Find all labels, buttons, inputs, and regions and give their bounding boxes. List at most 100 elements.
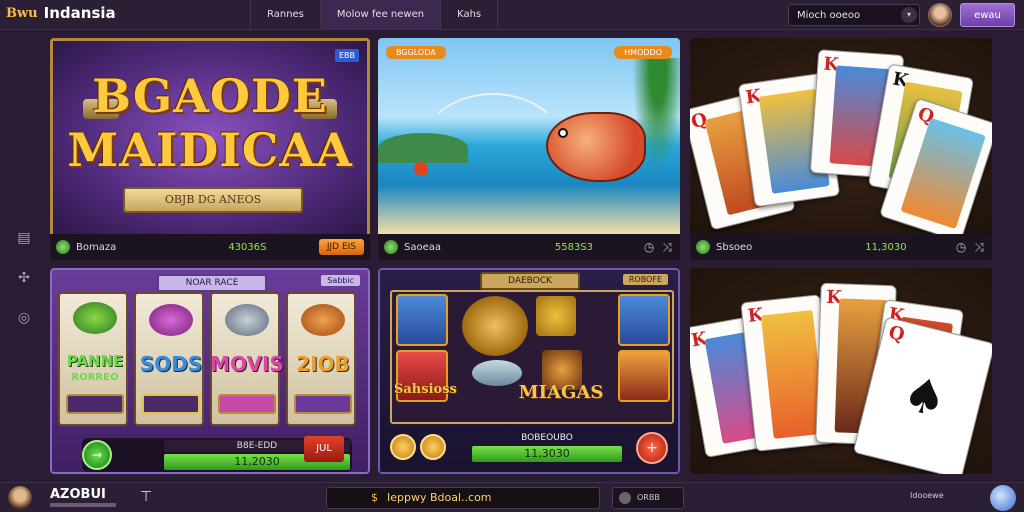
footer-value: 5583S3 — [554, 241, 594, 253]
footer-label: Bomaza — [76, 241, 117, 253]
game-art: Q K K K Q — [690, 38, 992, 243]
reel-word: PANNE — [66, 352, 124, 370]
game-card-magic[interactable]: EBB BGAODE MAIDICAA OBJB DG ANEOS Bomaza… — [50, 38, 370, 260]
footer-label: Sbsoeo — [716, 241, 753, 253]
game-title: DAEBOCK — [480, 272, 580, 290]
logo-mark: Bwu — [6, 5, 38, 21]
game-tag: Sabbic — [321, 275, 360, 286]
reel-word: 2IOB — [296, 352, 350, 376]
game-art: DAEBOCK ROBOFE Sahsioss MIAGAS BOBEOUBO … — [378, 268, 680, 474]
game-card-poker[interactable]: K K K K Q ♠ — [690, 268, 992, 474]
timer-icon[interactable]: ◷ — [644, 240, 654, 254]
avatar[interactable] — [928, 3, 952, 27]
tab-rannes[interactable]: Rannes — [250, 0, 320, 30]
chat-button[interactable]: ORBB — [612, 487, 684, 509]
reel-subword: RORREO — [71, 372, 119, 383]
fish-icon — [73, 302, 117, 334]
symbol-fish — [618, 350, 670, 402]
game-word: MIAGAS — [518, 382, 604, 403]
reel-slot — [66, 394, 124, 414]
game-tag-right: HMODDO — [614, 46, 672, 59]
footer-value: 11,3030 — [472, 446, 622, 462]
game-subtitle: OBJB DG ANEOS — [123, 187, 303, 213]
reel: MOVIS — [210, 292, 284, 426]
chevron-down-icon[interactable]: ▾ — [901, 7, 917, 23]
symbol-fish — [396, 294, 448, 346]
symbol-grid — [390, 290, 674, 424]
game-title: NOAR RACE — [157, 274, 267, 292]
reel-slot — [294, 394, 352, 414]
game-title-line2: MAIDICAA — [67, 123, 353, 177]
dollar-icon: $ — [371, 491, 378, 504]
chat-label: ORBB — [637, 493, 660, 502]
right-label: Idooewe — [910, 491, 944, 500]
bobber-icon — [414, 162, 428, 176]
tab-molow[interactable]: Molow fee newen — [319, 0, 441, 30]
shuffle-icon[interactable]: ✣ — [14, 268, 34, 288]
username: AZOBUI — [50, 487, 106, 502]
timer-icon[interactable]: ◷ — [956, 240, 966, 254]
brand-name: Indansia — [43, 4, 116, 22]
user-subline — [50, 503, 116, 507]
game-tag: ROBOFE — [622, 274, 668, 285]
card-art-inner — [900, 117, 986, 230]
reel: SODS — [134, 292, 204, 426]
tab-kahs[interactable]: Kahs — [440, 0, 499, 30]
game-card-cards[interactable]: Q K K K Q Sbsoeo 11,3030 ◷ ⤨ — [690, 38, 992, 260]
fish-icon — [546, 112, 646, 182]
left-rail: ▤ ✣ ◎ — [12, 228, 36, 328]
footer-label: BOBEOUBO — [521, 433, 573, 443]
account-button[interactable]: ewau — [960, 3, 1015, 27]
url-field[interactable]: $ Ieppwy Bdoal..com — [326, 487, 600, 509]
spade-icon: ♠ — [897, 364, 953, 430]
add-bet-button[interactable]: + — [636, 432, 668, 464]
play-button[interactable]: → — [82, 440, 112, 470]
nav-tabs: Rannes Molow fee newen Kahs — [250, 0, 499, 30]
calculator-icon[interactable]: ▤ — [14, 228, 34, 248]
game-card-fishing[interactable]: BGGLODA HMODDO Saoeaa 5583S3 ◷ ⤨ — [378, 38, 680, 260]
bottom-bar: AZOBUI ⊤ $ Ieppwy Bdoal..com ORBB Idooew… — [0, 482, 1024, 512]
globe-icon[interactable] — [990, 485, 1016, 511]
compass-icon[interactable]: ◎ — [14, 308, 34, 328]
symbol-fish — [618, 294, 670, 346]
fish-eye — [558, 128, 568, 138]
symbol-word: Sahsioss — [394, 382, 457, 397]
symbol-gold — [536, 296, 576, 336]
bet-button[interactable]: JUL — [304, 436, 344, 462]
coin-icon[interactable] — [390, 434, 416, 460]
game-title: BGAODE — [92, 69, 328, 123]
footer-value: 11,3030 — [865, 241, 907, 253]
game-art: K K K K Q ♠ — [690, 268, 992, 474]
chat-icon — [619, 492, 631, 504]
search-value: Mioch ooeoo — [797, 9, 861, 21]
fish-icon — [301, 304, 345, 336]
footer-label: Saoeaa — [404, 241, 442, 253]
footer-value: 43036S — [228, 241, 267, 253]
avatar[interactable] — [8, 486, 32, 510]
game-art: EBB BGAODE MAIDICAA OBJB DG ANEOS — [50, 38, 370, 234]
search-input[interactable]: Mioch ooeoo ▾ — [788, 4, 920, 26]
top-bar: Bwu Indansia Rannes Molow fee newen Kahs… — [0, 0, 1024, 30]
fishing-line — [418, 93, 568, 213]
game-footer: Saoeaa 5583S3 ◷ ⤨ — [378, 234, 680, 260]
fish-icon — [225, 304, 269, 336]
play-button[interactable]: JJD EIS — [318, 239, 364, 255]
coin-icon — [696, 240, 710, 254]
url-text: Ieppwy Bdoal..com — [387, 491, 492, 504]
game-card-adventure[interactable]: DAEBOCK ROBOFE Sahsioss MIAGAS BOBEOUBO … — [378, 268, 680, 474]
shuffle-icon[interactable]: ⤨ — [662, 240, 672, 255]
brand-logo[interactable]: Bwu Indansia — [6, 4, 116, 22]
reel-word: MOVIS — [210, 352, 284, 376]
menu-icon[interactable]: ⊤ — [140, 489, 152, 505]
game-tag: EBB — [334, 49, 359, 62]
game-art: BGGLODA HMODDO — [378, 38, 680, 234]
coin-icon[interactable] — [420, 434, 446, 460]
game-footer: Bomaza 43036S JJD EIS — [50, 234, 370, 260]
reel: PANNE RORREO — [58, 292, 128, 426]
shuffle-icon[interactable]: ⤨ — [974, 240, 984, 255]
game-tag-left: BGGLODA — [386, 46, 446, 59]
game-footer: Sbsoeo 11,3030 ◷ ⤨ — [690, 234, 992, 260]
reel-slot — [142, 394, 200, 414]
symbol-fish — [472, 360, 522, 386]
fish-icon — [149, 304, 193, 336]
